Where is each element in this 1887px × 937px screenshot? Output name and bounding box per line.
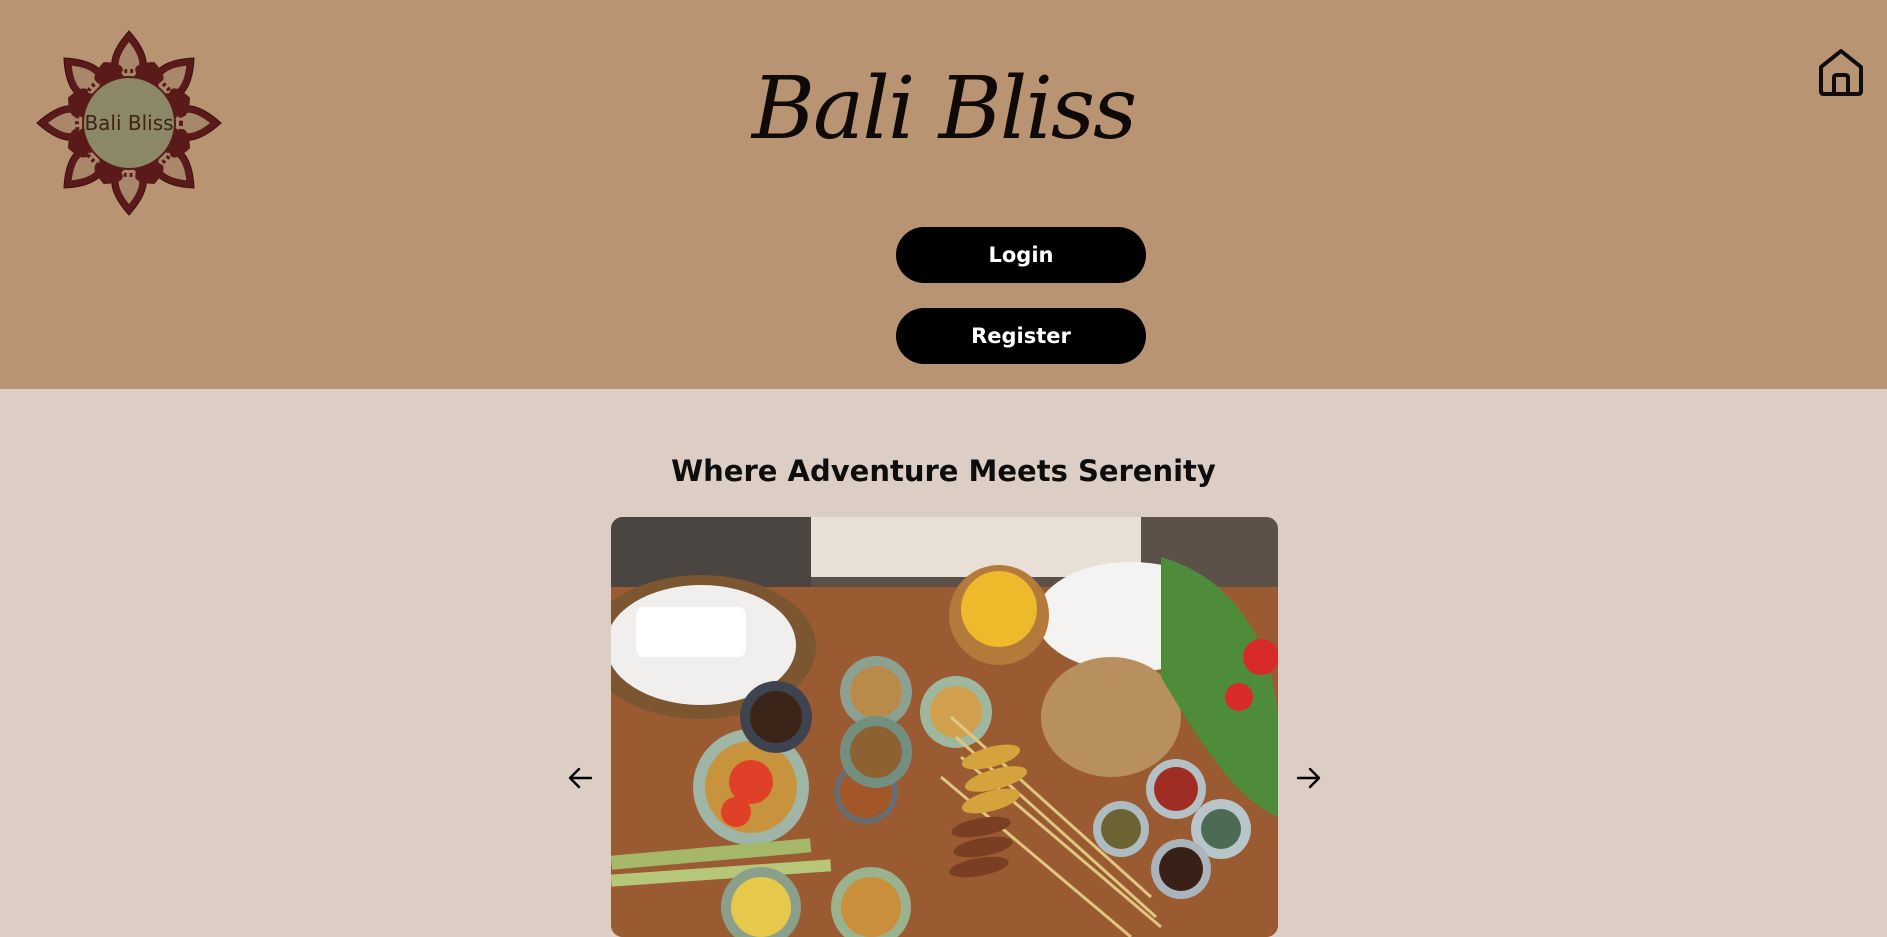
carousel-next-button[interactable] <box>1294 763 1324 793</box>
home-icon[interactable] <box>1817 47 1865 97</box>
site-header: Bali Bliss Bali Bliss Login Register <box>0 0 1887 389</box>
carousel-prev-button[interactable] <box>565 763 595 793</box>
login-button[interactable]: Login <box>896 227 1146 283</box>
carousel-image <box>611 517 1278 937</box>
balinese-food-photo <box>611 517 1278 937</box>
register-button[interactable]: Register <box>896 308 1146 364</box>
site-title: Bali Bliss <box>751 59 1137 159</box>
arrow-right-icon <box>1296 767 1321 789</box>
arrow-left-icon <box>568 767 593 789</box>
hero-tagline: Where Adventure Meets Serenity <box>671 454 1216 488</box>
